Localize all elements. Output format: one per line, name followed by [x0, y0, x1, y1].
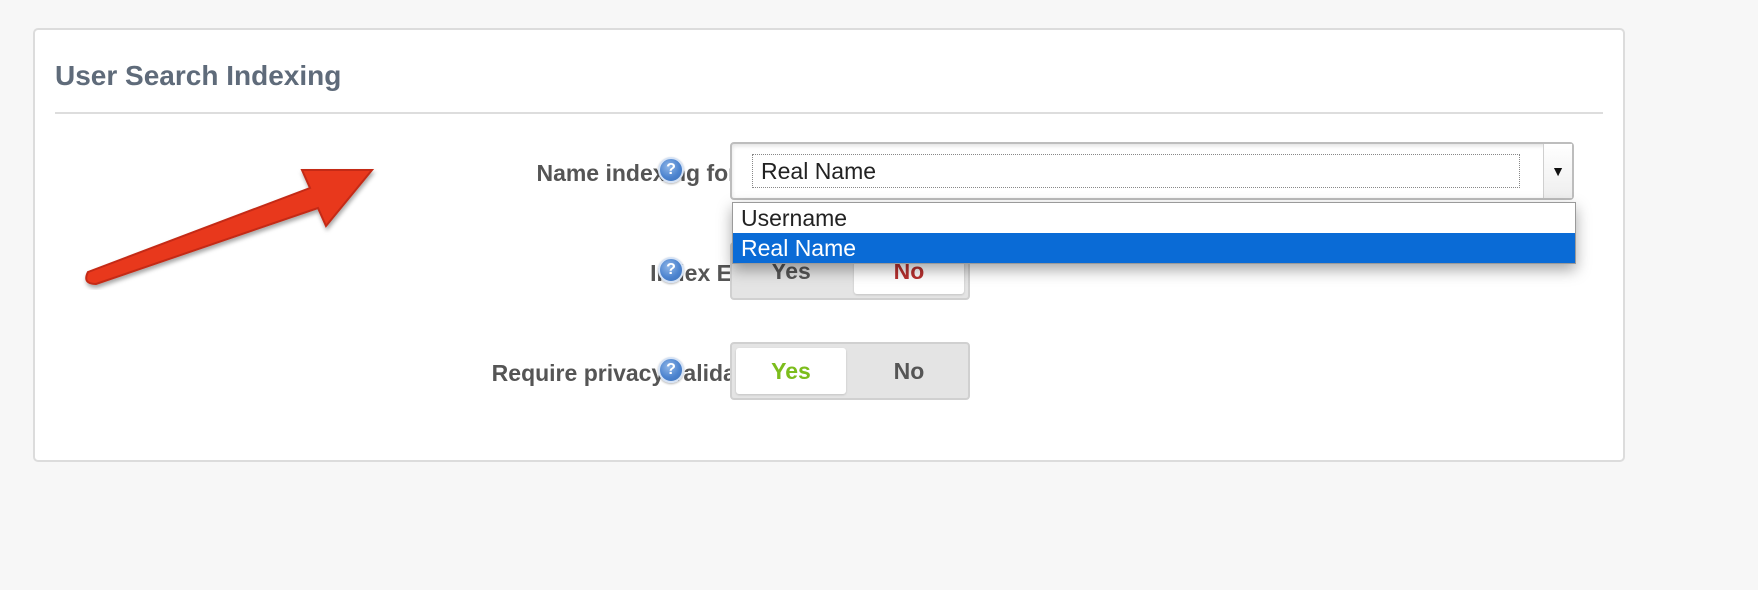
red-arrow-annotation — [85, 169, 375, 286]
help-icon[interactable]: ? — [658, 357, 684, 383]
select-current-value: Real Name — [752, 154, 1520, 188]
help-icon[interactable]: ? — [658, 257, 684, 283]
privacy-validation-no[interactable]: No — [854, 348, 964, 394]
index-email-label: Index Email — [650, 260, 778, 286]
help-glyph: ? — [666, 361, 676, 378]
name-indexing-format-dropdown: Username Real Name — [732, 202, 1576, 264]
help-glyph: ? — [666, 161, 676, 178]
dropdown-option-username[interactable]: Username — [733, 203, 1575, 233]
help-icon[interactable]: ? — [658, 157, 684, 183]
panel-title: User Search Indexing — [55, 60, 342, 91]
help-glyph: ? — [666, 261, 676, 278]
title-divider — [55, 112, 1603, 114]
require-privacy-validation-label: Require privacy validation — [491, 360, 778, 386]
privacy-validation-yes[interactable]: Yes — [736, 348, 846, 394]
name-indexing-format-select[interactable]: Real Name ▼ — [730, 142, 1574, 200]
dropdown-option-real-name[interactable]: Real Name — [733, 233, 1575, 263]
require-privacy-validation-toggle[interactable]: Yes No — [730, 342, 970, 400]
caret-down-icon[interactable]: ▼ — [1543, 144, 1572, 198]
name-indexing-format-label: Name indexing format — [536, 160, 778, 186]
